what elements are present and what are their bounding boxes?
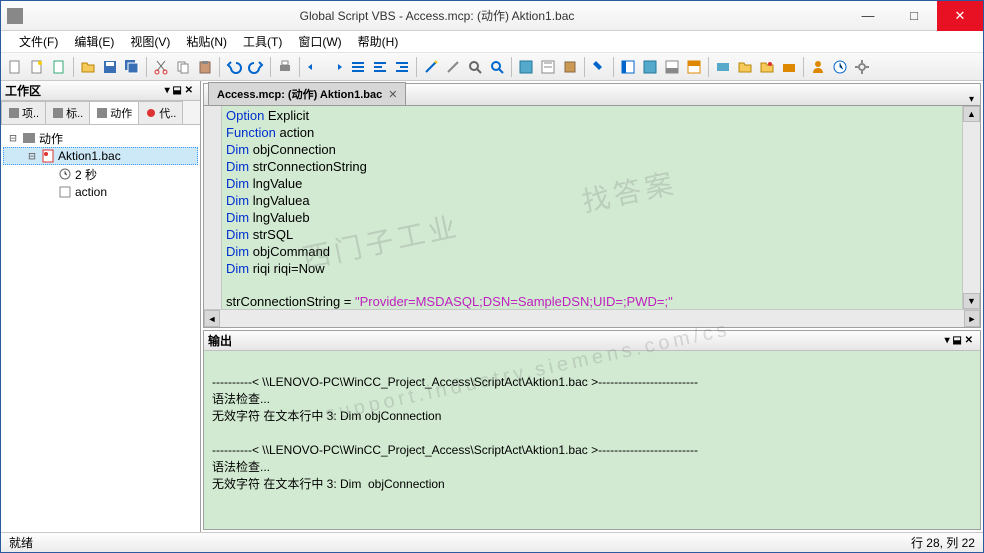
output-line: ----------< \\LENOVO-PC\WinCC_Project_Ac… xyxy=(212,442,972,459)
close-tab-icon[interactable]: ✕ xyxy=(388,88,397,101)
horizontal-scrollbar[interactable]: ◄► xyxy=(204,309,980,327)
redo-icon[interactable] xyxy=(246,57,266,77)
book-icon[interactable] xyxy=(560,57,580,77)
maximize-button[interactable]: □ xyxy=(891,1,937,31)
status-ready: 就绪 xyxy=(9,534,33,551)
menu-tools[interactable]: 工具(T) xyxy=(235,31,290,52)
editor-tabs: Access.mcp: (动作) Aktion1.bac ✕ ▾ xyxy=(204,84,980,106)
wand-icon[interactable] xyxy=(421,57,441,77)
comp4-icon[interactable] xyxy=(779,57,799,77)
editor-tab-label: Access.mcp: (动作) Aktion1.bac xyxy=(217,86,382,102)
pane3-icon[interactable] xyxy=(662,57,682,77)
find-icon[interactable] xyxy=(465,57,485,77)
gutter xyxy=(204,106,222,309)
output-body[interactable]: ----------< \\LENOVO-PC\WinCC_Project_Ac… xyxy=(204,351,980,529)
tool-icon[interactable] xyxy=(589,57,609,77)
output-line: 无效字符 在文本行中 3: Dim objConnection xyxy=(212,476,972,493)
folder-icon xyxy=(22,131,36,145)
statusbar: 就绪 行 28, 列 22 xyxy=(1,532,983,552)
tree-trigger[interactable]: 2 秒 xyxy=(3,165,198,183)
minimize-button[interactable]: — xyxy=(845,1,891,31)
close-button[interactable]: ✕ xyxy=(937,1,983,31)
menu-help[interactable]: 帮助(H) xyxy=(350,31,407,52)
module1-icon[interactable] xyxy=(516,57,536,77)
output-line: 无效字符 在文本行中 3: Dim objConnection xyxy=(212,408,972,425)
ws-tab-actions[interactable]: 动作 xyxy=(89,101,139,124)
workspace-buttons[interactable]: ▾ ⬓ ✕ xyxy=(162,85,196,96)
module2-icon[interactable] xyxy=(538,57,558,77)
editor-tab[interactable]: Access.mcp: (动作) Aktion1.bac ✕ xyxy=(208,82,406,105)
editor-area: Access.mcp: (动作) Aktion1.bac ✕ ▾ Option … xyxy=(203,83,981,328)
menu-paste[interactable]: 粘贴(N) xyxy=(178,31,235,52)
status-position: 行 28, 列 22 xyxy=(911,534,975,551)
right-area: Access.mcp: (动作) Aktion1.bac ✕ ▾ Option … xyxy=(201,81,983,532)
pane1-icon[interactable] xyxy=(618,57,638,77)
ws-tab-standard[interactable]: 标.. xyxy=(45,101,90,124)
pane2-icon[interactable] xyxy=(640,57,660,77)
cut-icon[interactable] xyxy=(151,57,171,77)
output-line: ----------< \\LENOVO-PC\WinCC_Project_Ac… xyxy=(212,374,972,391)
workspace-tabs: 项.. 标.. 动作 代.. xyxy=(1,101,200,125)
ws-tab-code[interactable]: 代.. xyxy=(138,101,183,124)
ws-tab-project[interactable]: 项.. xyxy=(1,101,46,124)
output-line: 语法检查... xyxy=(212,391,972,408)
user-icon[interactable] xyxy=(808,57,828,77)
tree-view[interactable]: ⊟动作 ⊟Aktion1.bac 2 秒 action xyxy=(1,125,200,532)
comp2-icon[interactable] xyxy=(735,57,755,77)
save-icon[interactable] xyxy=(100,57,120,77)
copy-icon[interactable] xyxy=(173,57,193,77)
menubar: 文件(F) 编辑(E) 视图(V) 粘贴(N) 工具(T) 窗口(W) 帮助(H… xyxy=(1,31,983,53)
output-panel: 输出 ▾ ⬓ ✕ ----------< \\LENOVO-PC\WinCC_P… xyxy=(203,330,981,530)
tab-dropdown-icon[interactable]: ▾ xyxy=(963,94,980,105)
comp3-icon[interactable] xyxy=(757,57,777,77)
main-area: 工作区 ▾ ⬓ ✕ 项.. 标.. 动作 代.. ⊟动作 ⊟Aktion1.ba… xyxy=(1,81,983,532)
code-content[interactable]: Option Explicit Function action Dim objC… xyxy=(222,106,962,309)
app-icon xyxy=(7,8,23,24)
titlebar: Global Script VBS - Access.mcp: (动作) Akt… xyxy=(1,1,983,31)
menu-view[interactable]: 视图(V) xyxy=(122,31,178,52)
code-editor[interactable]: Option Explicit Function action Dim objC… xyxy=(204,106,980,309)
window-title: Global Script VBS - Access.mcp: (动作) Akt… xyxy=(29,7,845,24)
workspace-title: 工作区 xyxy=(5,82,41,99)
workspace-header: 工作区 ▾ ⬓ ✕ xyxy=(1,81,200,101)
vertical-scrollbar[interactable]: ▲▼ xyxy=(962,106,980,309)
print-icon[interactable] xyxy=(275,57,295,77)
bookmark3-icon[interactable] xyxy=(392,57,412,77)
indent-left-icon[interactable] xyxy=(304,57,324,77)
comp1-icon[interactable] xyxy=(713,57,733,77)
output-header: 输出 ▾ ⬓ ✕ xyxy=(204,331,980,351)
paste-icon[interactable] xyxy=(195,57,215,77)
find2-icon[interactable] xyxy=(487,57,507,77)
output-buttons[interactable]: ▾ ⬓ ✕ xyxy=(942,335,976,346)
output-title: 输出 xyxy=(208,332,232,349)
menu-edit[interactable]: 编辑(E) xyxy=(66,31,122,52)
new-file-icon[interactable] xyxy=(5,57,25,77)
bookmark1-icon[interactable] xyxy=(348,57,368,77)
tree-root[interactable]: ⊟动作 xyxy=(3,129,198,147)
function-icon xyxy=(58,185,72,199)
output-line: 语法检查... xyxy=(212,459,972,476)
tree-file[interactable]: ⊟Aktion1.bac xyxy=(3,147,198,165)
save-all-icon[interactable] xyxy=(122,57,142,77)
open-icon[interactable] xyxy=(78,57,98,77)
wand2-icon[interactable] xyxy=(443,57,463,77)
undo-icon[interactable] xyxy=(224,57,244,77)
menu-window[interactable]: 窗口(W) xyxy=(290,31,349,52)
tree-function[interactable]: action xyxy=(3,183,198,201)
workspace-panel: 工作区 ▾ ⬓ ✕ 项.. 标.. 动作 代.. ⊟动作 ⊟Aktion1.ba… xyxy=(1,81,201,532)
toolbar xyxy=(1,53,983,81)
menu-file[interactable]: 文件(F) xyxy=(11,31,66,52)
bookmark2-icon[interactable] xyxy=(370,57,390,77)
new-sheet-icon[interactable] xyxy=(49,57,69,77)
clock-icon[interactable] xyxy=(830,57,850,77)
script-icon xyxy=(41,149,55,163)
gear-icon[interactable] xyxy=(852,57,872,77)
pane4-icon[interactable] xyxy=(684,57,704,77)
indent-right-icon[interactable] xyxy=(326,57,346,77)
clock-small-icon xyxy=(58,167,72,181)
new-page-icon[interactable] xyxy=(27,57,47,77)
